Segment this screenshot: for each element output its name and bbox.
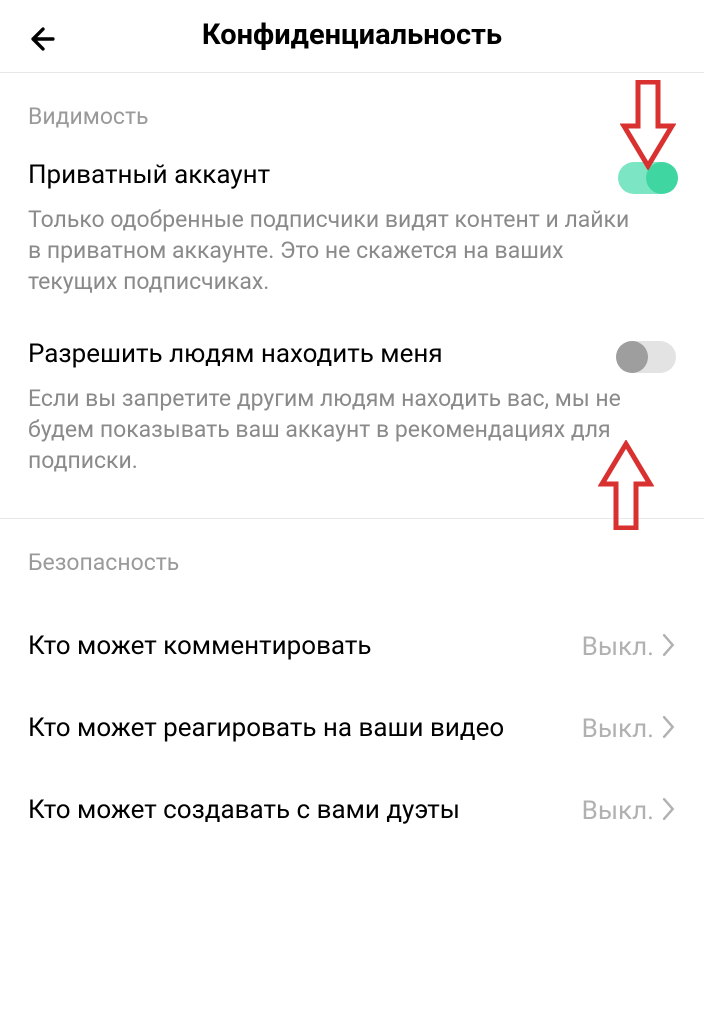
- private-account-row: Приватный аккаунт: [28, 160, 676, 194]
- section-header-visibility: Видимость: [28, 103, 676, 130]
- allow-find-toggle[interactable]: [618, 341, 676, 373]
- who-comment-title: Кто может комментировать: [28, 630, 582, 664]
- private-account-desc: Только одобренные подписчики видят конте…: [28, 204, 676, 297]
- toggle-knob: [646, 162, 678, 194]
- page-title: Конфиденциальность: [20, 18, 684, 52]
- section-header-security: Безопасность: [28, 549, 676, 576]
- who-duet-title: Кто может создавать с вами дуэты: [28, 794, 582, 828]
- back-arrow-icon[interactable]: [26, 22, 60, 60]
- allow-find-desc: Если вы запретите другим людям находить …: [28, 383, 676, 476]
- allow-find-row: Разрешить людям находить меня: [28, 339, 676, 373]
- who-react-row[interactable]: Кто может реагировать на ваши видео Выкл…: [28, 688, 676, 770]
- who-duet-value: Выкл.: [582, 796, 654, 826]
- toggle-knob: [616, 341, 648, 373]
- who-react-value: Выкл.: [582, 714, 654, 744]
- chevron-right-icon: [662, 634, 676, 660]
- visibility-section: Видимость Приватный аккаунт Только одобр…: [0, 103, 704, 476]
- who-react-title: Кто может реагировать на ваши видео: [28, 712, 582, 746]
- chevron-right-icon: [662, 716, 676, 742]
- who-comment-value: Выкл.: [582, 632, 654, 662]
- allow-find-title: Разрешить людям находить меня: [28, 339, 618, 369]
- private-account-title: Приватный аккаунт: [28, 160, 618, 190]
- section-divider: [0, 518, 704, 519]
- chevron-right-icon: [662, 798, 676, 824]
- who-comment-row[interactable]: Кто может комментировать Выкл.: [28, 606, 676, 688]
- header: Конфиденциальность: [0, 0, 704, 73]
- security-section: Безопасность Кто может комментировать Вы…: [0, 549, 704, 851]
- private-account-toggle[interactable]: [618, 162, 676, 194]
- who-duet-row[interactable]: Кто может создавать с вами дуэты Выкл.: [28, 770, 676, 852]
